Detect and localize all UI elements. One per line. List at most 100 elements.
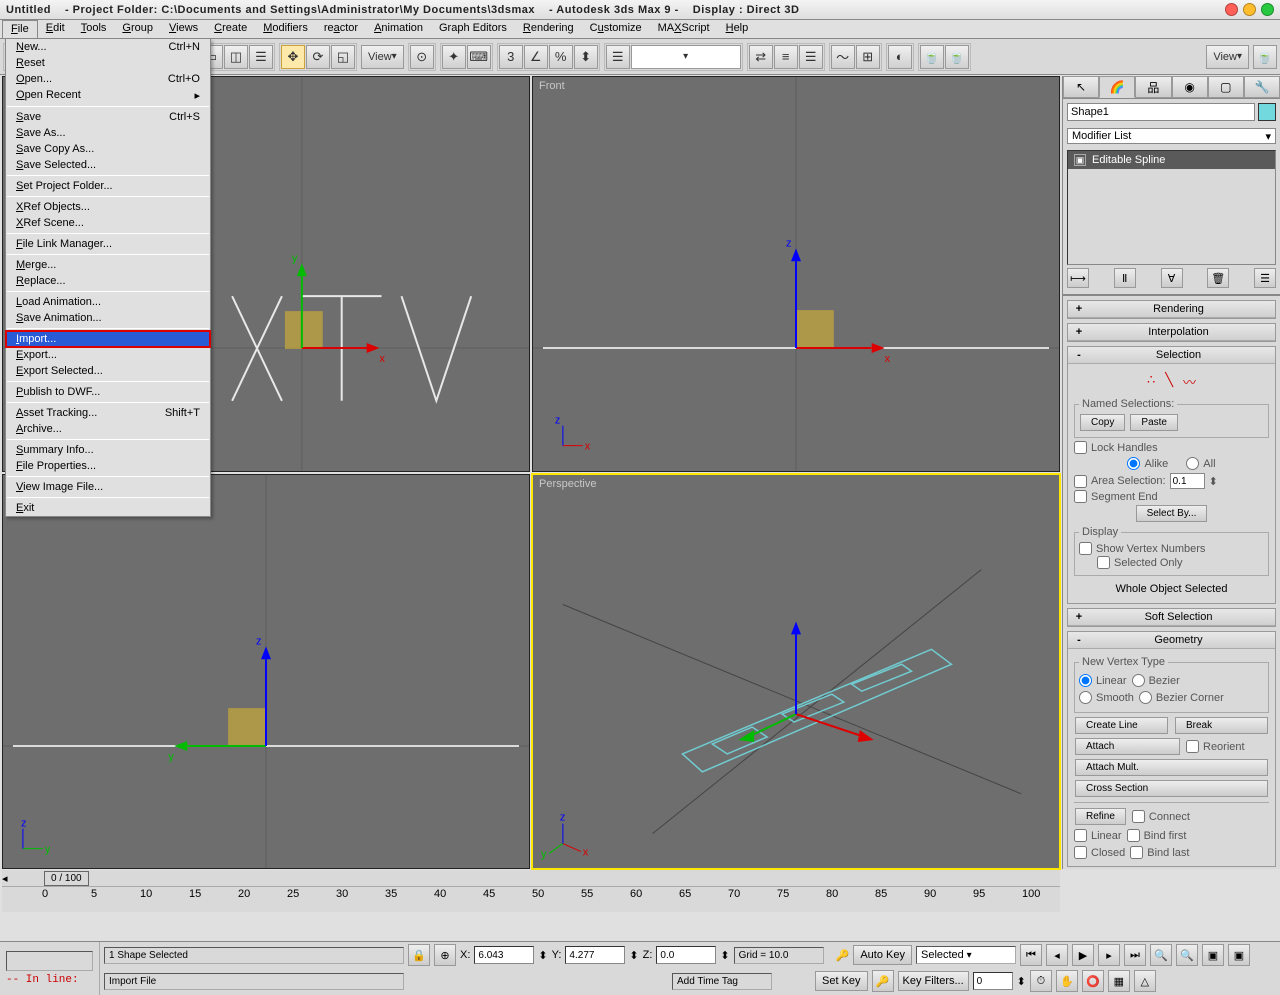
autokey-button[interactable]: Auto Key bbox=[853, 945, 912, 965]
viewport-front[interactable]: Front xz xz bbox=[532, 76, 1060, 472]
zoom-extents-all-button[interactable]: ▣ bbox=[1228, 944, 1250, 966]
lock-handles-check[interactable]: Lock Handles bbox=[1074, 441, 1269, 454]
refcoord-dropdown[interactable]: View ▾ bbox=[361, 45, 404, 69]
file-menu-file-link-manager-[interactable]: File Link Manager... bbox=[6, 236, 210, 252]
file-menu-xref-objects-[interactable]: XRef Objects... bbox=[6, 199, 210, 215]
linear2-check[interactable]: Linear bbox=[1074, 829, 1122, 842]
make-unique-button[interactable]: ∀ bbox=[1161, 268, 1183, 288]
copy-button[interactable]: Copy bbox=[1080, 414, 1125, 431]
subobj-spline-icon[interactable]: 〰 bbox=[1183, 372, 1196, 391]
file-menu-save[interactable]: SaveCtrl+S bbox=[6, 109, 210, 125]
key-filters-button[interactable]: Key Filters... bbox=[898, 971, 969, 991]
file-menu-file-properties-[interactable]: File Properties... bbox=[6, 458, 210, 474]
menu-rendering[interactable]: Rendering bbox=[515, 20, 582, 38]
bind-last-check[interactable]: Bind last bbox=[1130, 846, 1189, 859]
file-menu-replace-[interactable]: Replace... bbox=[6, 273, 210, 289]
file-menu-save-copy-as-[interactable]: Save Copy As... bbox=[6, 141, 210, 157]
menu-edit[interactable]: Edit bbox=[38, 20, 73, 38]
remove-modifier-button[interactable]: 🗑 bbox=[1207, 268, 1229, 288]
closed-check[interactable]: Closed bbox=[1074, 846, 1125, 859]
menu-create[interactable]: Create bbox=[206, 20, 255, 38]
file-menu-open-recent[interactable]: Open Recent▸ bbox=[6, 87, 210, 104]
rotate-button[interactable]: ⟳ bbox=[306, 45, 330, 69]
tab-utilities[interactable]: 🔧 bbox=[1244, 76, 1280, 98]
play-button[interactable]: ▶ bbox=[1072, 944, 1094, 966]
next-frame-button[interactable]: ▸ bbox=[1098, 944, 1120, 966]
viewport-left[interactable]: yz yz bbox=[2, 474, 530, 870]
bind-first-check[interactable]: Bind first bbox=[1127, 829, 1187, 842]
zoom-button[interactable]: 🔍 bbox=[1150, 944, 1172, 966]
mirror-button[interactable]: ⇄ bbox=[749, 45, 773, 69]
tab-motion[interactable]: ◉ bbox=[1172, 76, 1208, 98]
refine-button[interactable]: Refine bbox=[1075, 808, 1126, 825]
zoom-extents-button[interactable]: ▣ bbox=[1202, 944, 1224, 966]
file-menu-import-[interactable]: Import... bbox=[6, 331, 210, 347]
area-selection-input[interactable] bbox=[1170, 473, 1205, 489]
render-last-button[interactable]: 🍵 bbox=[1253, 45, 1277, 69]
area-selection-check[interactable]: Area Selection: ⬍ bbox=[1074, 473, 1269, 489]
file-menu-open-[interactable]: Open...Ctrl+O bbox=[6, 71, 210, 87]
menu-graph-editors[interactable]: Graph Editors bbox=[431, 20, 515, 38]
render-scene-button[interactable]: 🍵 bbox=[920, 45, 944, 69]
move-button[interactable]: ✥ bbox=[281, 45, 305, 69]
lock-selection-button[interactable]: 🔒 bbox=[408, 944, 430, 966]
file-menu-export-selected-[interactable]: Export Selected... bbox=[6, 363, 210, 379]
x-input[interactable] bbox=[474, 946, 534, 964]
selected-only-check[interactable]: Selected Only bbox=[1097, 556, 1264, 569]
time-config-button[interactable]: ⏱ bbox=[1030, 970, 1052, 992]
rollout-interpolation[interactable]: +Interpolation bbox=[1068, 324, 1275, 341]
prev-frame-button[interactable]: ◂ bbox=[1046, 944, 1068, 966]
file-menu-export-[interactable]: Export... bbox=[6, 347, 210, 363]
close-icon[interactable] bbox=[1225, 3, 1238, 16]
configure-sets-button[interactable]: ☰ bbox=[1254, 268, 1276, 288]
go-to-end-button[interactable]: ⏭ bbox=[1124, 944, 1146, 966]
window-crossing-button[interactable]: ◫ bbox=[224, 45, 248, 69]
zoom-all-button[interactable]: 🔍 bbox=[1176, 944, 1198, 966]
menu-views[interactable]: Views bbox=[161, 20, 206, 38]
keyboard-shortcut-button[interactable]: ⌨ bbox=[467, 45, 491, 69]
menu-file[interactable]: File bbox=[2, 20, 38, 38]
add-time-tag[interactable]: Add Time Tag bbox=[672, 973, 772, 990]
material-editor-button[interactable]: ◐ bbox=[888, 45, 912, 69]
key-button[interactable]: 🔑 bbox=[872, 970, 894, 992]
snap-toggle-button[interactable]: 3 bbox=[499, 45, 523, 69]
rollout-rendering[interactable]: +Rendering bbox=[1068, 301, 1275, 318]
select-manipulate-button[interactable]: ✦ bbox=[442, 45, 466, 69]
menu-animation[interactable]: Animation bbox=[366, 20, 431, 38]
file-menu-merge-[interactable]: Merge... bbox=[6, 257, 210, 273]
tab-display[interactable]: ▢ bbox=[1208, 76, 1244, 98]
setkey-button[interactable]: Set Key bbox=[815, 971, 868, 991]
named-selset-dropdown[interactable]: ▾ bbox=[631, 45, 741, 69]
minimize-icon[interactable] bbox=[1243, 3, 1256, 16]
tab-hierarchy[interactable]: 品 bbox=[1135, 76, 1171, 98]
file-menu-save-selected-[interactable]: Save Selected... bbox=[6, 157, 210, 173]
menu-group[interactable]: Group bbox=[114, 20, 161, 38]
menu-tools[interactable]: Tools bbox=[73, 20, 115, 38]
time-ruler[interactable]: 0510152025303540455055606570758085909510… bbox=[2, 886, 1060, 902]
render-type-dropdown[interactable]: View ▾ bbox=[1206, 45, 1249, 69]
scale-button[interactable]: ◱ bbox=[331, 45, 355, 69]
object-color-swatch[interactable] bbox=[1258, 103, 1276, 121]
menu-maxscript[interactable]: MAXScript bbox=[650, 20, 718, 38]
cross-section-button[interactable]: Cross Section bbox=[1075, 780, 1268, 797]
segment-end-check[interactable]: Segment End bbox=[1074, 490, 1269, 503]
transform-type-in-button[interactable]: ⊕ bbox=[434, 944, 456, 966]
bezier-corner-radio[interactable]: Bezier Corner bbox=[1139, 691, 1224, 704]
tab-create[interactable]: ↖ bbox=[1063, 76, 1099, 98]
schematic-view-button[interactable]: ⊞ bbox=[856, 45, 880, 69]
named-selset-button[interactable]: ☰ bbox=[606, 45, 630, 69]
file-menu-asset-tracking-[interactable]: Asset Tracking...Shift+T bbox=[6, 405, 210, 421]
reorient-check[interactable]: Reorient bbox=[1186, 740, 1269, 753]
current-frame-input[interactable] bbox=[973, 972, 1013, 990]
subobj-segment-icon[interactable]: ╲ bbox=[1165, 372, 1173, 391]
pan-button[interactable]: ✋ bbox=[1056, 970, 1078, 992]
connect-check[interactable]: Connect bbox=[1132, 810, 1190, 823]
maxscript-mini-listener[interactable] bbox=[6, 951, 93, 971]
spinner-snap-button[interactable]: ⬍ bbox=[574, 45, 598, 69]
subobj-vertex-icon[interactable]: ∴ bbox=[1147, 372, 1155, 391]
create-line-button[interactable]: Create Line bbox=[1075, 717, 1168, 734]
rollout-selection[interactable]: -Selection bbox=[1068, 347, 1275, 364]
rollout-geometry[interactable]: -Geometry bbox=[1068, 632, 1275, 649]
tab-modify[interactable]: 🌈 bbox=[1099, 76, 1135, 98]
percent-snap-button[interactable]: % bbox=[549, 45, 573, 69]
